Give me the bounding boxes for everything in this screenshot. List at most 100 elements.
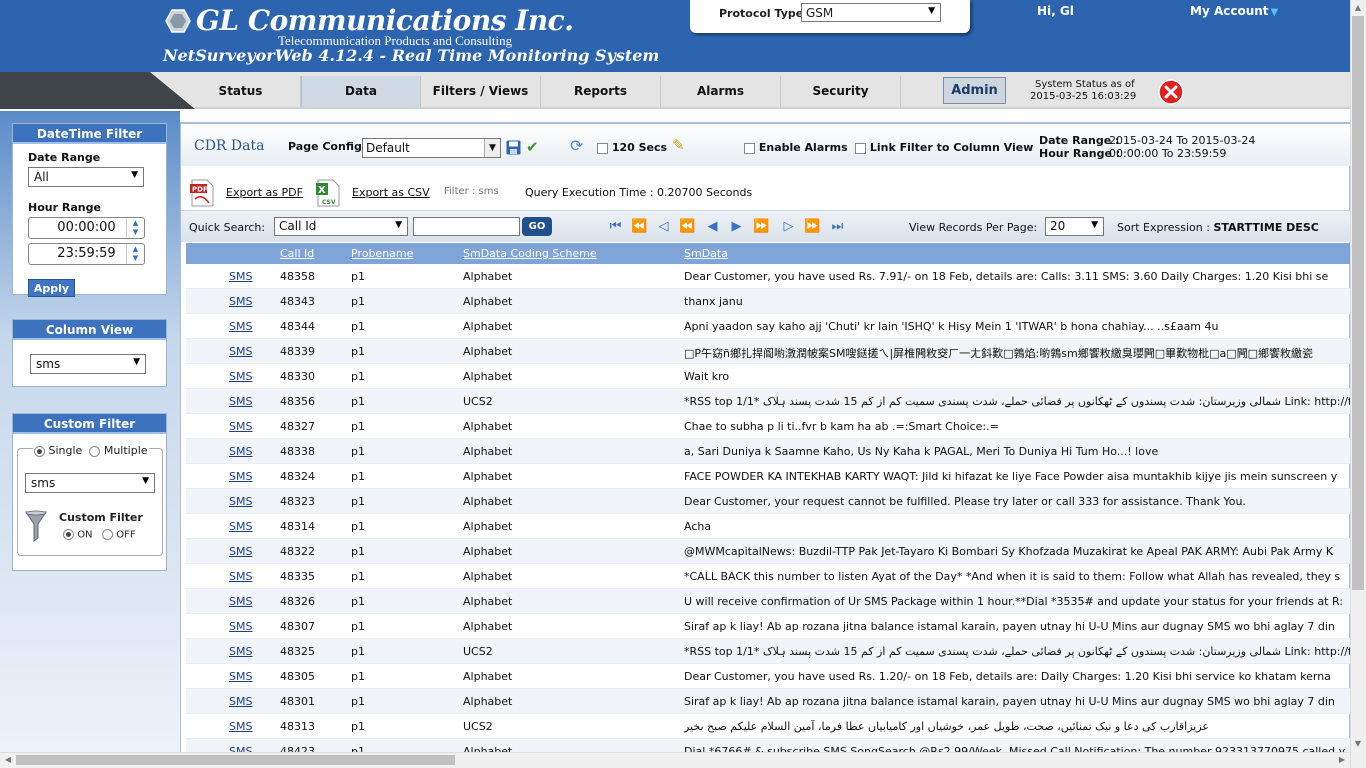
sms-link[interactable]: SMS	[229, 545, 252, 558]
sms-link[interactable]: SMS	[229, 520, 252, 533]
table-row[interactable]: SMS 48339 p1 Alphabet □P午窈ñ鄉扎捍阍喲潡潤帔案SM嗖鎹搓ㄟ|屏…	[186, 339, 1351, 364]
records-per-page-select[interactable]: 20 ▼	[1045, 217, 1104, 236]
table-row[interactable]: SMS 48301 p1 Alphabet Siraf ap k liay! Ab ap…	[186, 689, 1351, 714]
first-page-icon[interactable]: ⏮	[607, 217, 624, 236]
quick-search-input[interactable]	[413, 217, 520, 236]
table-row[interactable]: SMS 48324 p1 Alphabet FACE POWDER KA INTEKHA…	[186, 464, 1351, 489]
table-row[interactable]: SMS 48314 p1 Alphabet Acha	[186, 514, 1351, 539]
quick-search-field-select[interactable]: Call Id ▼	[274, 217, 408, 236]
filter-mode-options: Single Multiple	[33, 444, 149, 457]
column-header-smdata[interactable]: SmData	[684, 247, 728, 260]
admin-button[interactable]: Admin	[943, 77, 1006, 104]
table-row[interactable]: SMS 48305 p1 Alphabet Dear Customer, you hav…	[186, 664, 1351, 689]
prev-five-icon[interactable]: ⏪	[679, 217, 696, 236]
filter-on-radio[interactable]	[63, 529, 74, 540]
refresh-icon[interactable]: ⟳	[570, 138, 583, 154]
vertical-scroll-thumb[interactable]	[1352, 16, 1364, 590]
tab-filters-views[interactable]: Filters / Views	[421, 76, 541, 107]
table-row[interactable]: SMS 48343 p1 Alphabet thanx janu	[186, 289, 1351, 314]
check-icon[interactable]: ✔	[526, 140, 539, 155]
column-view-select[interactable]: sms ▼	[30, 354, 146, 374]
save-icon[interactable]	[506, 140, 521, 155]
enable-alarms-option[interactable]: Enable Alarms	[744, 141, 848, 154]
spinner-arrows-icon[interactable]: ▲ ▼	[126, 244, 144, 264]
table-row[interactable]: SMS 48326 p1 Alphabet U will receive confirm…	[186, 589, 1351, 614]
sms-link[interactable]: SMS	[229, 595, 252, 608]
page-config-select[interactable]: Default ▼	[362, 138, 501, 158]
multiple-radio[interactable]	[89, 445, 101, 457]
spinner-arrows-icon[interactable]: ▲ ▼	[126, 218, 144, 238]
tab-security[interactable]: Security	[781, 76, 901, 107]
last-page-icon[interactable]: ⏭	[829, 217, 846, 236]
sms-link[interactable]: SMS	[229, 620, 252, 633]
filter-off-radio[interactable]	[102, 529, 114, 540]
prev-page-icon[interactable]: ◀	[704, 217, 721, 236]
table-row[interactable]: SMS 48356 p1 UCS2 *RSS top 1/1* شمالی وزیرست…	[186, 389, 1351, 414]
sms-link[interactable]: SMS	[229, 395, 252, 408]
hour-to-input[interactable]: 23:59:59 ▲ ▼	[28, 243, 145, 265]
sms-link[interactable]: SMS	[229, 445, 252, 458]
auto-refresh-option[interactable]: 120 Secs	[597, 141, 667, 154]
tab-reports[interactable]: Reports	[541, 76, 661, 107]
export-csv-link[interactable]: Export as CSV	[352, 186, 430, 199]
sms-link[interactable]: SMS	[229, 670, 252, 683]
sms-link[interactable]: SMS	[229, 295, 252, 308]
sms-link[interactable]: SMS	[229, 270, 252, 283]
sms-link[interactable]: SMS	[229, 470, 252, 483]
sms-link[interactable]: SMS	[229, 345, 252, 358]
my-account-menu[interactable]: My Account ▼	[1190, 4, 1278, 18]
sms-link[interactable]: SMS	[229, 570, 252, 583]
tab-status[interactable]: Status	[181, 76, 301, 107]
enable-alarms-checkbox[interactable]	[744, 142, 755, 154]
csv-icon[interactable]: X CSV	[315, 179, 341, 207]
link-filter-option[interactable]: Link Filter to Column View	[855, 141, 1033, 154]
protocol-select[interactable]: GSM ▼	[801, 3, 941, 22]
next-block-icon[interactable]: ⏩	[804, 217, 821, 236]
error-status-icon[interactable]	[1158, 79, 1184, 105]
scroll-left-icon[interactable]: ◀	[0, 752, 16, 768]
table-row[interactable]: SMS 48358 p1 Alphabet Dear Customer, you hav…	[186, 264, 1351, 289]
sms-link[interactable]: SMS	[229, 645, 252, 658]
table-row[interactable]: SMS 48322 p1 Alphabet @MWMcapitalNews: Buzdi…	[186, 539, 1351, 564]
prev-block-icon[interactable]: ⏪	[631, 217, 648, 236]
table-row[interactable]: SMS 48325 p1 UCS2 *RSS top 1/1* شمالی وزیرست…	[186, 639, 1351, 664]
table-row[interactable]: SMS 48307 p1 Alphabet Siraf ap k liay! Ab ap…	[186, 614, 1351, 639]
table-row[interactable]: SMS 48323 p1 Alphabet Dear Customer, your re…	[186, 489, 1351, 514]
table-row[interactable]: SMS 48313 p1 UCS2 عزیزاقارب کی دعا و نیک تمن…	[186, 714, 1351, 739]
next-five-icon[interactable]: ⏩	[753, 217, 770, 236]
next-ten-icon[interactable]: ▷	[780, 217, 797, 236]
table-row[interactable]: SMS 48327 p1 Alphabet Chae to subha p li ti.…	[186, 414, 1351, 439]
scroll-up-icon[interactable]: ▲	[1350, 0, 1366, 16]
column-header-call-id[interactable]: Call Id	[280, 247, 314, 260]
column-header-coding-scheme[interactable]: SmData Coding Scheme	[463, 247, 597, 260]
scroll-down-icon[interactable]: ▼	[1350, 736, 1366, 752]
custom-filter-select[interactable]: sms ▼	[25, 473, 155, 493]
prev-ten-icon[interactable]: ◁	[655, 217, 672, 236]
date-range-select[interactable]: All ▼	[28, 167, 144, 187]
link-filter-checkbox[interactable]	[855, 142, 866, 154]
sms-link[interactable]: SMS	[229, 420, 252, 433]
table-row[interactable]: SMS 48344 p1 Alphabet Apni yaadon say kaho a…	[186, 314, 1351, 339]
go-button[interactable]: GO	[522, 217, 552, 236]
table-row[interactable]: SMS 48335 p1 Alphabet *CALL BACK this number…	[186, 564, 1351, 589]
edit-icon[interactable]: ✎	[672, 138, 685, 153]
table-row[interactable]: SMS 48338 p1 Alphabet a, Sari Duniya k Saamn…	[186, 439, 1351, 464]
sms-link[interactable]: SMS	[229, 370, 252, 383]
horizontal-scroll-thumb[interactable]	[16, 755, 455, 765]
hour-from-input[interactable]: 00:00:00 ▲ ▼	[28, 217, 145, 239]
sms-link[interactable]: SMS	[229, 320, 252, 333]
pdf-icon[interactable]: PDF	[189, 179, 215, 207]
next-page-icon[interactable]: ▶	[728, 217, 745, 236]
apply-button[interactable]: Apply	[28, 279, 75, 297]
single-radio[interactable]	[34, 445, 45, 457]
sms-link[interactable]: SMS	[229, 495, 252, 508]
scroll-right-icon[interactable]: ▶	[1334, 752, 1350, 768]
tab-alarms[interactable]: Alarms	[661, 76, 781, 107]
tab-data[interactable]: Data	[301, 76, 421, 107]
sms-link[interactable]: SMS	[229, 720, 252, 733]
auto-refresh-checkbox[interactable]	[597, 142, 608, 154]
sms-link[interactable]: SMS	[229, 695, 252, 708]
table-row[interactable]: SMS 48330 p1 Alphabet Wait kro	[186, 364, 1351, 389]
column-header-probename[interactable]: Probename	[351, 247, 413, 260]
export-pdf-link[interactable]: Export as PDF	[226, 186, 303, 199]
